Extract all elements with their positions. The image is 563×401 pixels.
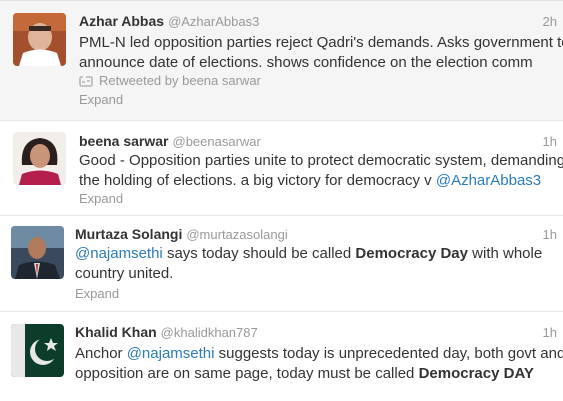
mention-link[interactable]: @AzharAbbas3 [436, 172, 541, 189]
user-name[interactable]: Khalid Khan [75, 324, 157, 340]
tweet-text-segment: the holding of elections. a big victory … [79, 172, 436, 189]
expand-link[interactable]: Expand [75, 286, 119, 301]
retweeted-by-text[interactable]: Retweeted by beena sarwar [99, 73, 261, 88]
tweet-item[interactable]: Murtaza Solangi @murtazasolangi 1h @najam… [0, 216, 563, 312]
user-name[interactable]: Azhar Abbas [79, 13, 164, 29]
tweet-item[interactable]: beena sarwar @beenasarwar 1h Good - Oppos… [0, 121, 563, 216]
tweet-text-bold: Democracy DAY [418, 365, 534, 382]
timestamp[interactable]: 1h [543, 325, 557, 340]
tweet-text: Good - Opposition parties unite to prote… [79, 151, 563, 191]
tweet-header: beena sarwar @beenasarwar [79, 133, 261, 151]
tweet-header: Azhar Abbas @AzharAbbas3 [79, 13, 259, 31]
timestamp[interactable]: 1h [543, 134, 557, 149]
tweet-text-line: Anchor @najamsethi suggests today is unp… [75, 344, 563, 364]
expand-link[interactable]: Expand [79, 191, 123, 206]
avatar[interactable] [11, 324, 64, 377]
tweet-item[interactable]: Azhar Abbas @AzharAbbas3 2h PML-N led opp… [0, 0, 563, 121]
timestamp[interactable]: 1h [543, 227, 557, 242]
tweet-text-segment: suggests today is unprecedented day, bot… [214, 345, 563, 362]
tweet-text: @najamsethi says today should be called … [75, 244, 542, 284]
tweet-text-line: PML-N led opposition parties reject Qadr… [79, 34, 563, 51]
expand-link[interactable]: Expand [79, 92, 123, 107]
tweet-text: PML-N led opposition parties reject Qadr… [79, 33, 563, 73]
tweet-item[interactable]: Khalid Khan @khalidkhan787 1h Anchor @naj… [0, 312, 563, 401]
user-handle[interactable]: @AzharAbbas3 [168, 14, 259, 29]
tweet-text-line: announce date of elections. shows confid… [79, 54, 533, 71]
tweet-text-line: opposition are on same page, today must … [75, 364, 563, 384]
tweet-text: Anchor @najamsethi suggests today is unp… [75, 344, 563, 384]
avatar[interactable] [11, 226, 64, 279]
user-handle[interactable]: @beenasarwar [173, 134, 261, 149]
tweet-text-segment: says today should be called [162, 245, 356, 262]
retweet-icon [79, 75, 93, 90]
user-handle[interactable]: @khalidkhan787 [161, 325, 258, 340]
user-handle[interactable]: @murtazasolangi [186, 227, 287, 242]
tweet-header: Khalid Khan @khalidkhan787 [75, 324, 258, 342]
user-name[interactable]: Murtaza Solangi [75, 226, 182, 242]
tweet-text-line: country united. [75, 265, 174, 282]
tweet-header: Murtaza Solangi @murtazasolangi [75, 226, 288, 244]
mention-link[interactable]: @najamsethi [75, 245, 163, 262]
avatar[interactable] [13, 13, 66, 66]
mention-link[interactable]: @najamsethi [127, 345, 215, 362]
avatar[interactable] [13, 132, 66, 185]
retweet-context: Retweeted by beena sarwar [79, 73, 261, 90]
timestamp[interactable]: 2h [543, 14, 557, 29]
tweet-text-bold: Democracy Day [355, 245, 468, 262]
user-name[interactable]: beena sarwar [79, 133, 169, 149]
tweet-text-line: @najamsethi says today should be called … [75, 244, 542, 264]
tweet-text-segment: Anchor [75, 345, 127, 362]
tweet-text-line: Good - Opposition parties unite to prote… [79, 152, 563, 169]
divider [0, 0, 563, 1]
tweet-text-segment: opposition are on same page, today must … [75, 365, 419, 382]
tweet-text-segment: with whole [467, 245, 543, 262]
tweet-text-line: the holding of elections. a big victory … [79, 171, 563, 191]
